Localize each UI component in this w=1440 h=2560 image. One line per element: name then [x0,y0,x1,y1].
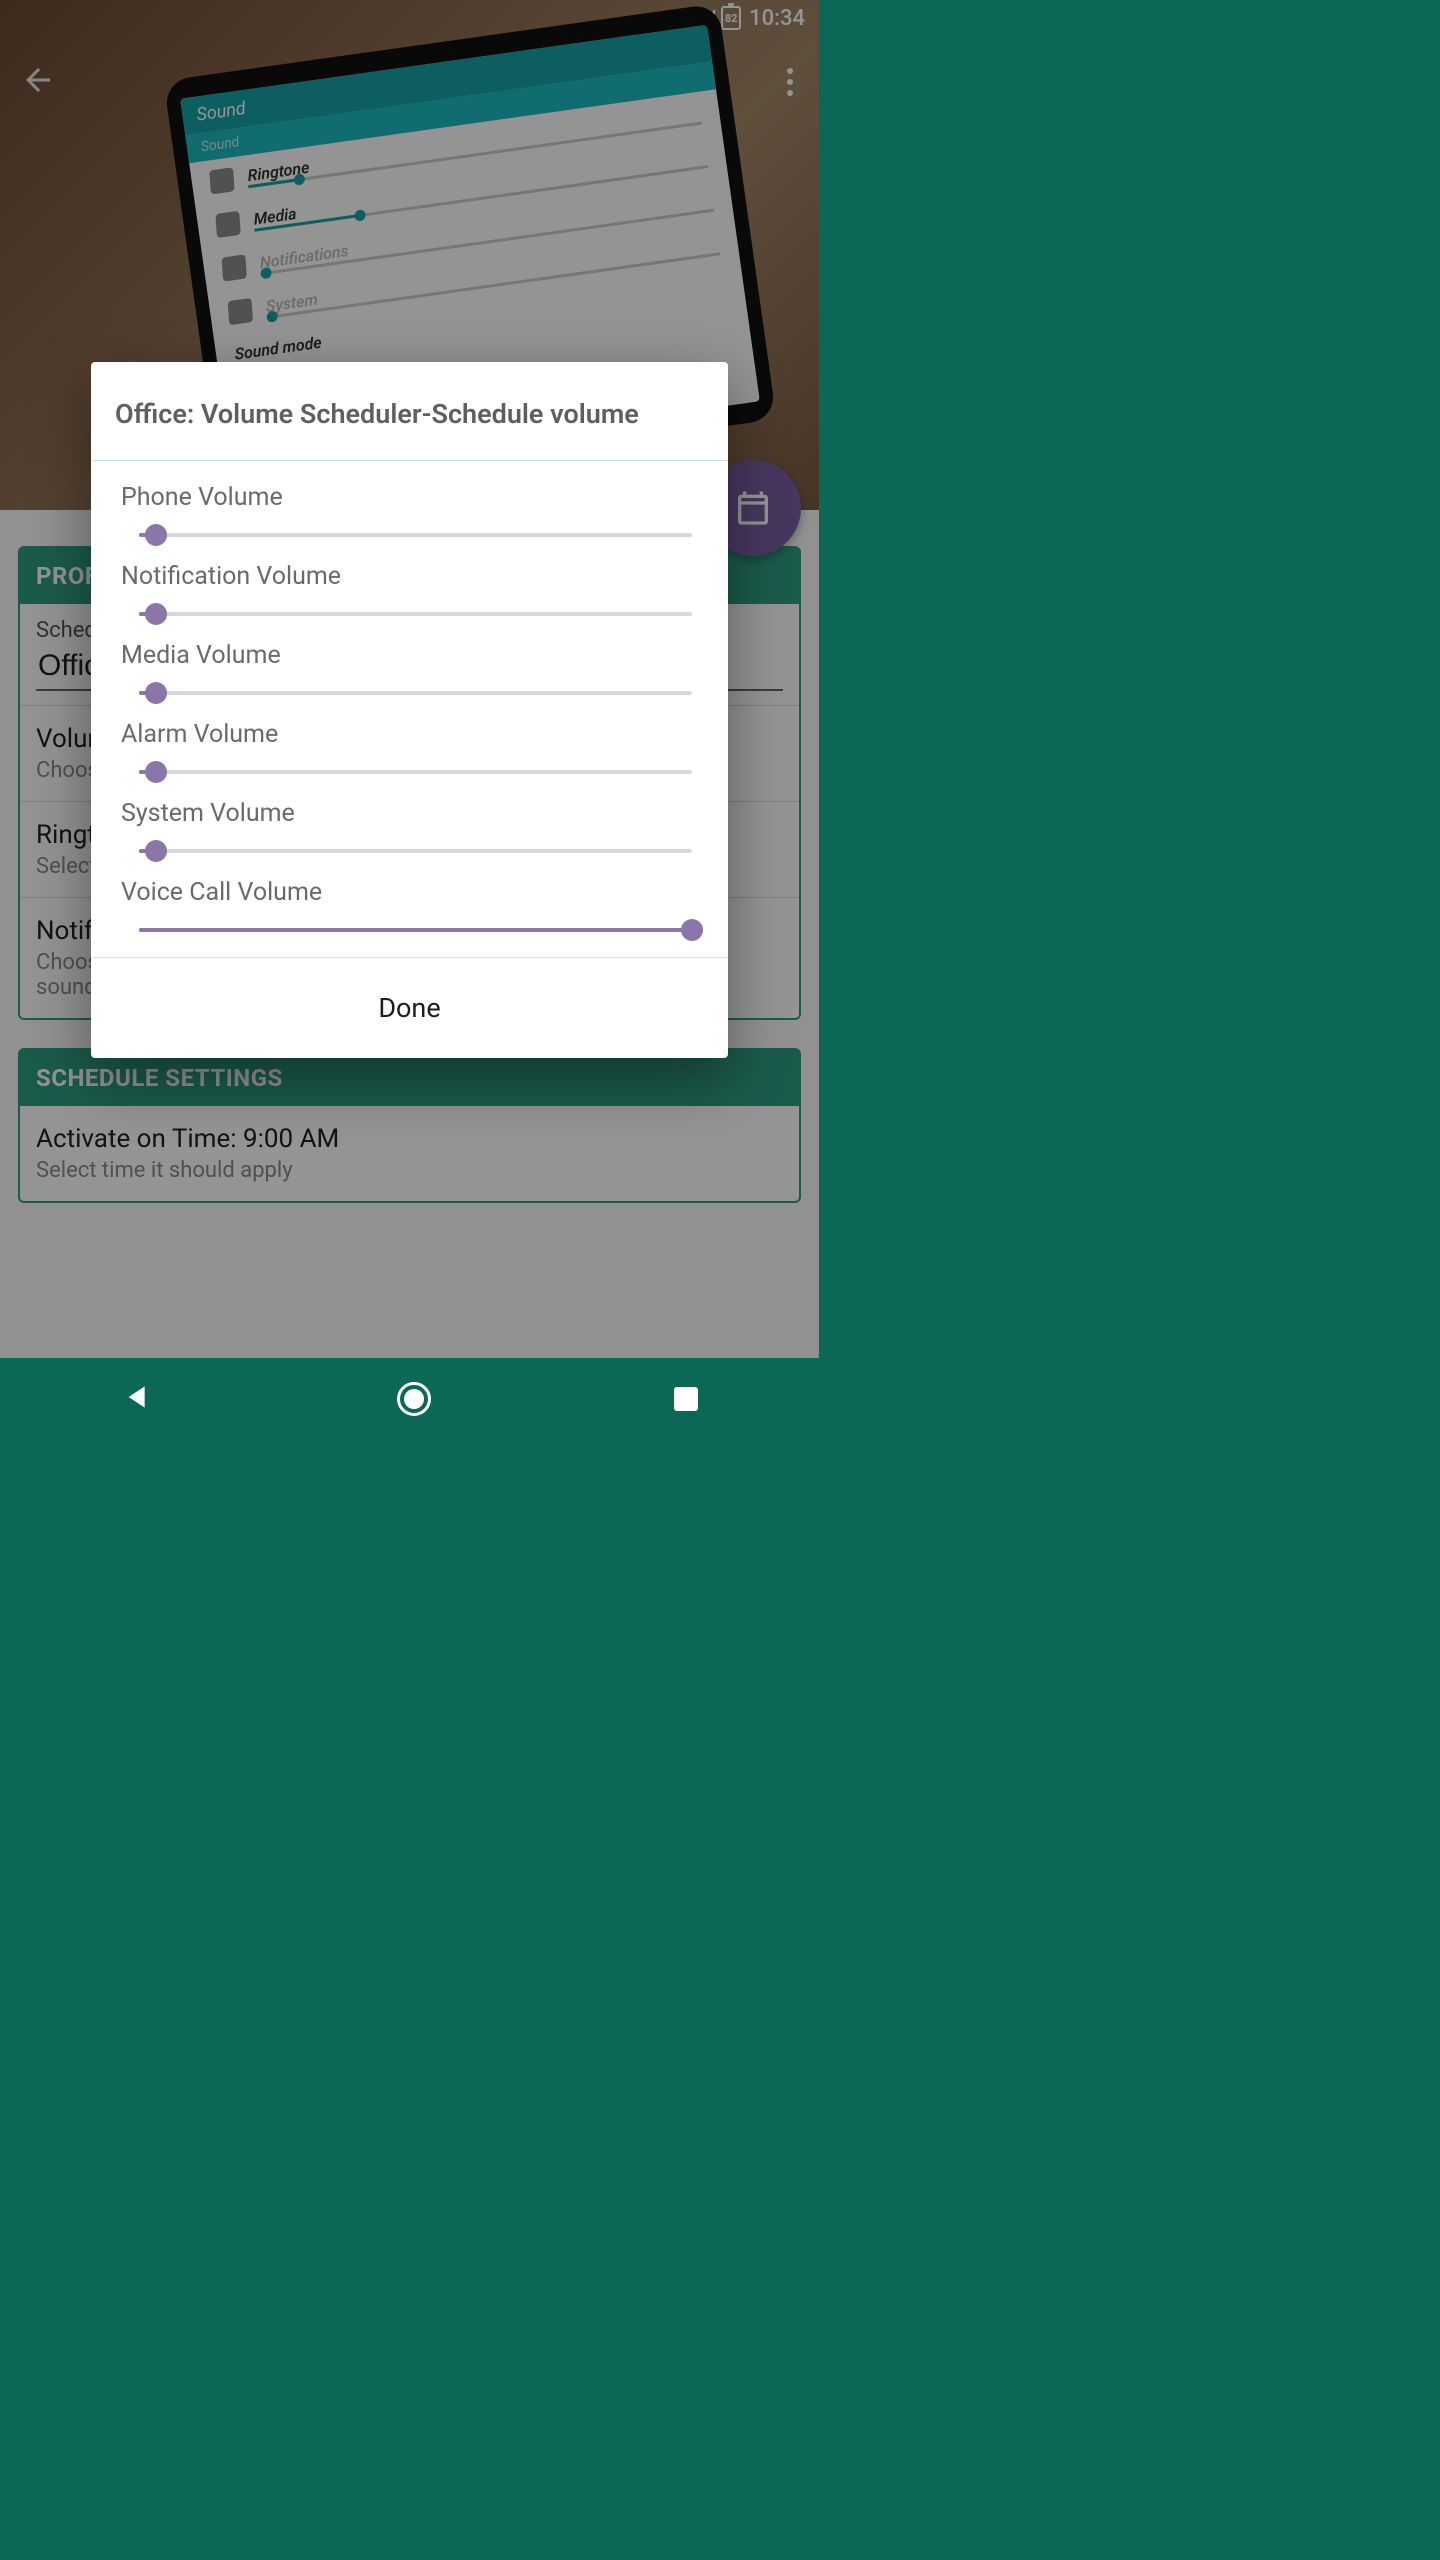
slider-label: Alarm Volume [121,720,698,749]
media-volume-slider[interactable] [139,682,692,702]
nav-home-button[interactable] [397,1382,431,1416]
notification-volume-slider[interactable] [139,603,692,623]
system-volume-slider[interactable] [139,840,692,860]
circle-home-icon [397,1382,431,1416]
alarm-volume-slider[interactable] [139,761,692,781]
square-recent-icon [674,1387,698,1411]
slider-label: Phone Volume [121,483,698,512]
dialog-title: Office: Volume Scheduler-Schedule volume [91,362,728,460]
nav-recent-button[interactable] [674,1387,698,1411]
done-button[interactable]: Done [91,964,728,1058]
phone-volume-group: Phone Volume [121,483,698,544]
divider [91,957,728,958]
nav-back-button[interactable] [122,1381,154,1417]
android-nav-bar [0,1358,819,1440]
voice-call-volume-slider[interactable] [139,919,692,939]
system-volume-group: System Volume [121,799,698,860]
notification-volume-group: Notification Volume [121,562,698,623]
slider-label: Media Volume [121,641,698,670]
alarm-volume-group: Alarm Volume [121,720,698,781]
slider-label: Notification Volume [121,562,698,591]
voice-call-volume-group: Voice Call Volume [121,878,698,939]
triangle-back-icon [122,1381,154,1413]
slider-label: Voice Call Volume [121,878,698,907]
slider-label: System Volume [121,799,698,828]
media-volume-group: Media Volume [121,641,698,702]
volume-dialog: Office: Volume Scheduler-Schedule volume… [91,362,728,1058]
phone-volume-slider[interactable] [139,524,692,544]
